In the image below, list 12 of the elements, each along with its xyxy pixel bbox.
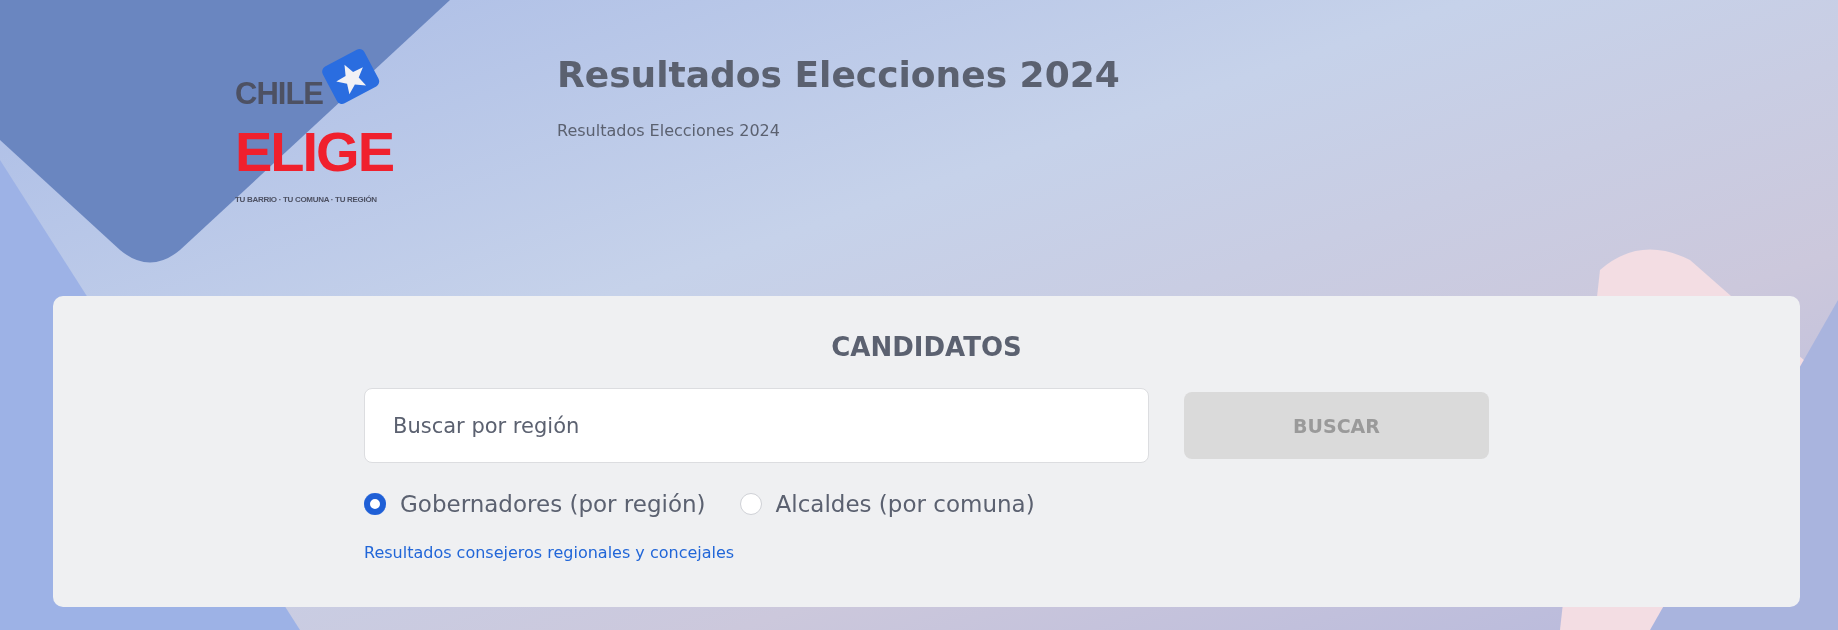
results-link[interactable]: Resultados consejeros regionales y concejales	[364, 543, 735, 562]
radio-label[interactable]: Alcaldes (por comuna)	[775, 491, 1035, 517]
radio-button[interactable]	[364, 493, 386, 515]
page-title: Resultados Elecciones 2024	[557, 54, 1120, 95]
search-field[interactable]: Buscar por región	[364, 388, 1149, 463]
panel-heading: CANDIDATOS	[831, 332, 1022, 362]
radio-button[interactable]	[739, 493, 762, 515]
radio-label[interactable]: Gobernadores (por región)	[400, 491, 706, 517]
logo-tagline: TU BARRIO · TU COMUNA · TU REGIÓN	[235, 194, 378, 204]
page-subtitle: Resultados Elecciones 2024	[557, 121, 781, 140]
logo-text: CHILE	[235, 74, 323, 112]
logo-text: ELIGE	[235, 119, 395, 185]
